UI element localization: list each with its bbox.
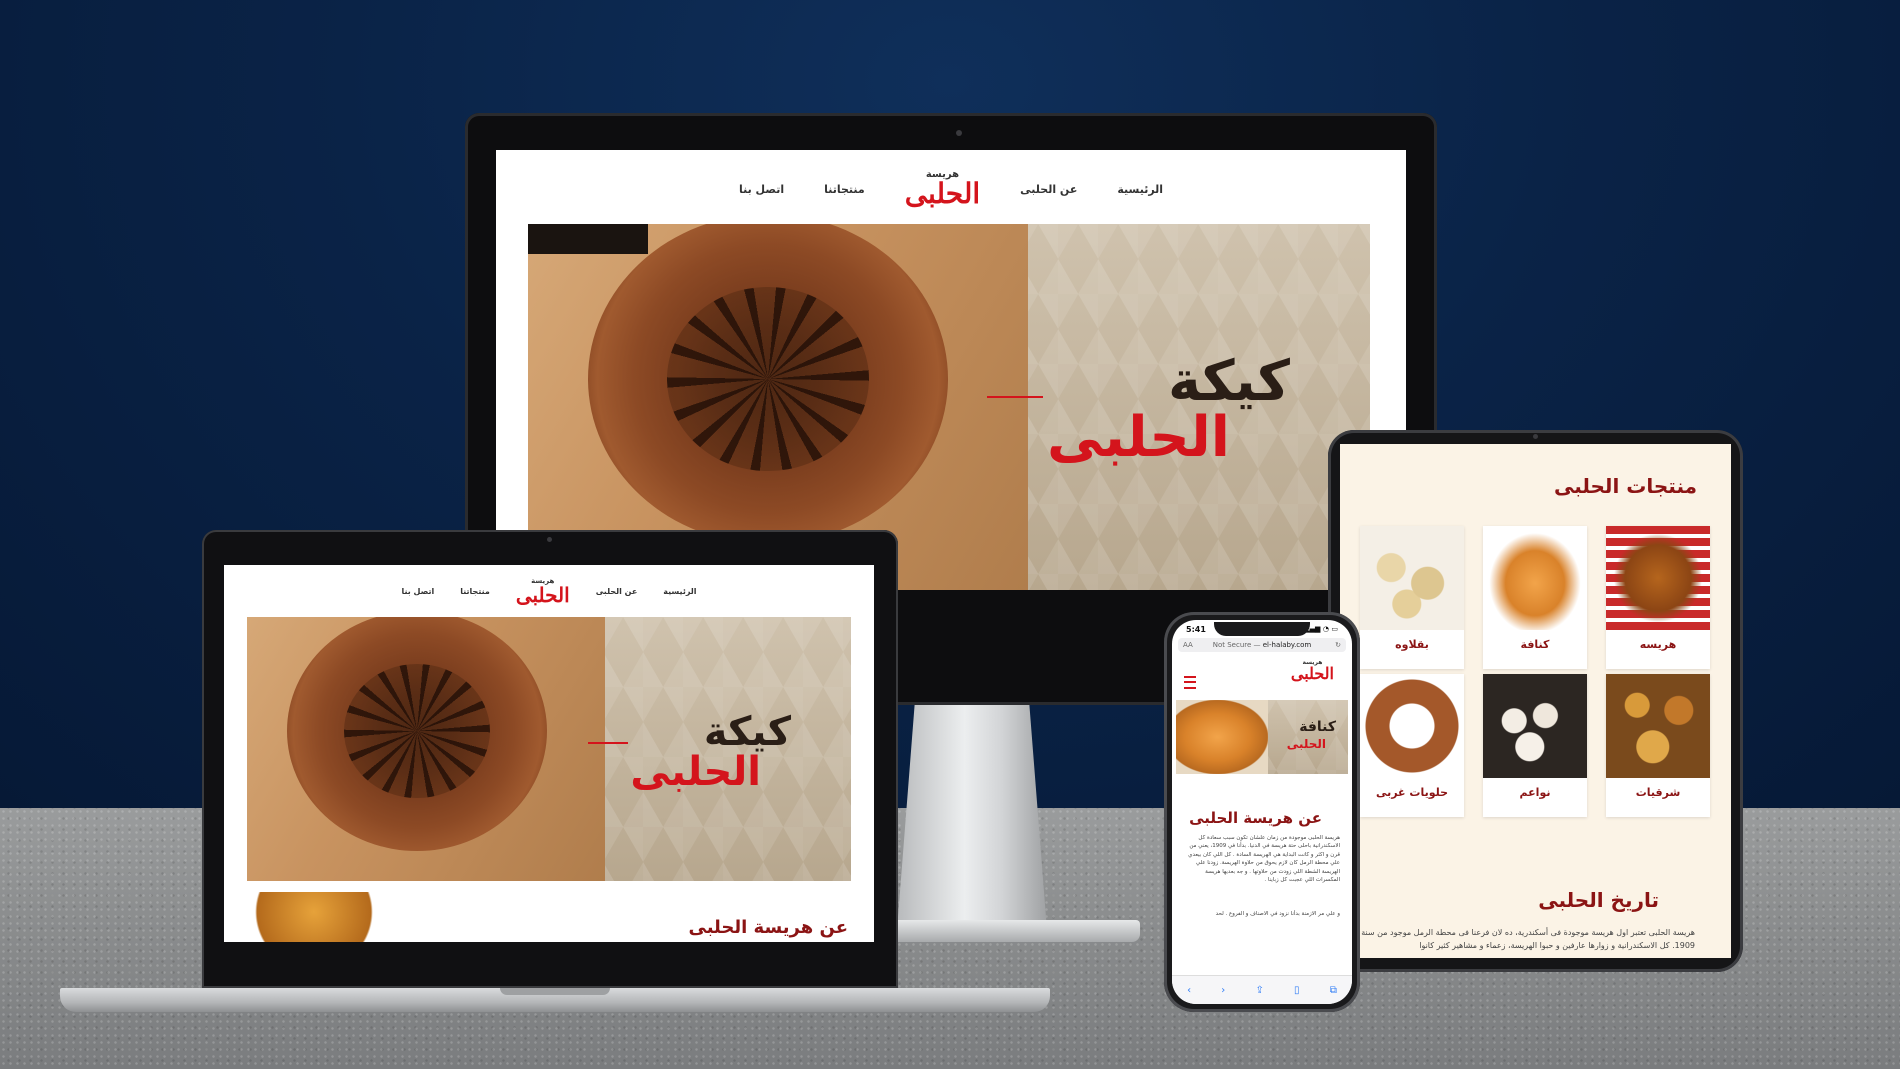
share-icon[interactable]: ⇪ — [1255, 985, 1263, 996]
history-section-title: تاريخ الحلبى — [1538, 888, 1659, 912]
nav-products-link[interactable]: منتجاتنا — [824, 183, 865, 196]
hero-title: كنافة الحلبى — [1287, 720, 1336, 750]
hamburger-menu-icon-bar — [1184, 680, 1196, 683]
cake-glaze — [667, 286, 869, 472]
hamburger-menu-icon[interactable] — [1184, 676, 1196, 689]
cake-photo — [588, 224, 948, 544]
url-security-label: Not Secure — — [1212, 641, 1261, 649]
product-card-kunafa[interactable]: كنافة — [1483, 526, 1587, 669]
product-label: بقلاوه — [1395, 638, 1429, 651]
hero-image-shadow — [528, 224, 648, 254]
reload-icon[interactable]: ↻ — [1335, 638, 1341, 652]
url-text: el-halaby.com — [1262, 641, 1312, 649]
products-section-title: منتجات الحلبى — [1554, 474, 1697, 498]
product-card-sharqiyat[interactable]: شرقيات — [1606, 674, 1710, 817]
nav-home-link[interactable]: الرئيسية — [663, 587, 696, 596]
hero-title-line1: كنافة — [1299, 719, 1336, 735]
status-time: 5:41 — [1186, 625, 1206, 634]
about-paragraph: هريسة الحلبى موجودة من زمان علشان تكون س… — [1188, 835, 1340, 884]
product-label: هريسه — [1639, 638, 1677, 651]
hero-title-line2: الحلبى — [1047, 405, 1230, 470]
about-section-title: عن هريسة الحلبى — [688, 917, 848, 938]
site-logo[interactable]: هريسة الحلبى — [515, 577, 570, 607]
tablet-website: منتجات الحلبى هريسه كنافة بقلاوه شرقيات … — [1340, 444, 1731, 958]
about-section-title: عن هريسة الحلبى — [1189, 809, 1322, 827]
cake-glaze — [344, 663, 490, 799]
laptop-notch — [500, 988, 610, 995]
hero-title-dash — [987, 396, 1044, 398]
text-size-button[interactable]: AA — [1183, 638, 1193, 652]
product-image — [1483, 526, 1587, 630]
hero-title-line2: الحلبى — [630, 749, 761, 795]
nav-about-link[interactable]: عن الحلبى — [596, 587, 638, 596]
hero-title: كيكة الحلبى — [987, 349, 1290, 470]
product-label: نواعم — [1519, 786, 1551, 799]
cake-photo — [287, 617, 547, 851]
products-section-title-text: منتجات الحلبى — [1553, 474, 1697, 498]
product-label: شرقيات — [1635, 786, 1681, 799]
product-image — [1360, 526, 1464, 630]
about-paragraph-2: و علي مر الازمنة بدأنا نزود في الاصناف و… — [1215, 911, 1340, 917]
food-photo-teaser — [224, 892, 374, 942]
tablet-camera — [1533, 434, 1538, 439]
product-label: كنافة — [1520, 638, 1550, 651]
product-card-harissa[interactable]: هريسه — [1606, 526, 1710, 669]
monitor-camera — [956, 130, 962, 136]
site-logo[interactable]: هريسة الحلبى — [905, 170, 980, 208]
product-card-baklava[interactable]: بقلاوه — [1360, 526, 1464, 669]
nav-products-link[interactable]: منتجاتنا — [460, 587, 490, 596]
phone-notch — [1214, 622, 1310, 636]
product-image — [1360, 674, 1464, 778]
laptop-website: الرئيسية عن الحلبى هريسة الحلبى منتجاتنا… — [224, 565, 874, 942]
product-image-food — [1606, 526, 1710, 630]
logo-title: الحلبى — [515, 582, 570, 607]
forward-icon[interactable]: › — [1221, 985, 1225, 996]
product-label: حلويات غربى — [1375, 786, 1449, 799]
site-logo[interactable]: هريسة الحلبى — [1291, 660, 1334, 682]
laptop-camera — [547, 537, 552, 542]
monitor-base — [880, 920, 1140, 942]
phone-website: 5:41 ▂▄▆ ◔ ▭ AA Not Secure — el-halaby.c… — [1172, 620, 1352, 1004]
hero-title-dash — [588, 742, 629, 744]
back-icon[interactable]: ‹ — [1187, 985, 1191, 996]
nav-home-link[interactable]: الرئيسية — [1117, 183, 1163, 196]
product-card-nawaem[interactable]: نواعم — [1483, 674, 1587, 817]
kunafa-photo — [1176, 700, 1268, 774]
address-bar[interactable]: AA Not Secure — el-halaby.com ↻ — [1178, 638, 1346, 652]
history-section-title-text: تاريخ الحلبى — [1538, 888, 1659, 912]
phone-hero-banner: كنافة الحلبى — [1176, 700, 1348, 774]
product-image — [1483, 674, 1587, 778]
monitor-stand — [897, 700, 1047, 930]
logo-title: الحلبى — [904, 177, 981, 210]
nav-contact-link[interactable]: اتصل بنا — [401, 587, 434, 596]
browser-toolbar: ‹ › ⇪ ▯ ⧉ — [1172, 975, 1352, 1004]
desktop-website: الرئيسية عن الحلبى هريسة الحلبى منتجاتنا… — [496, 150, 1406, 590]
hero-title-line1: كيكة — [1168, 349, 1290, 414]
laptop-nav: الرئيسية عن الحلبى هريسة الحلبى منتجاتنا… — [224, 571, 874, 611]
hero-title: كيكة الحلبى — [588, 709, 791, 795]
history-paragraph: هريسة الحلبى تعتبر اول هريسة موجودة فى أ… — [1361, 928, 1695, 950]
logo-title: الحلبى — [1290, 664, 1334, 683]
bookmarks-icon[interactable]: ▯ — [1294, 985, 1300, 996]
nav-about-link[interactable]: عن الحلبى — [1020, 183, 1077, 196]
product-image — [1606, 674, 1710, 778]
tabs-icon[interactable]: ⧉ — [1330, 985, 1337, 996]
laptop-hero-banner: كيكة الحلبى — [247, 617, 851, 881]
hero-title-line2: الحلبى — [1286, 737, 1326, 751]
desktop-nav: الرئيسية عن الحلبى هريسة الحلبى منتجاتنا… — [496, 164, 1406, 214]
hero-title-line1: كيكة — [703, 709, 791, 755]
product-card-western-sweets[interactable]: حلويات غربى — [1360, 674, 1464, 817]
nav-contact-link[interactable]: اتصل بنا — [739, 183, 784, 196]
